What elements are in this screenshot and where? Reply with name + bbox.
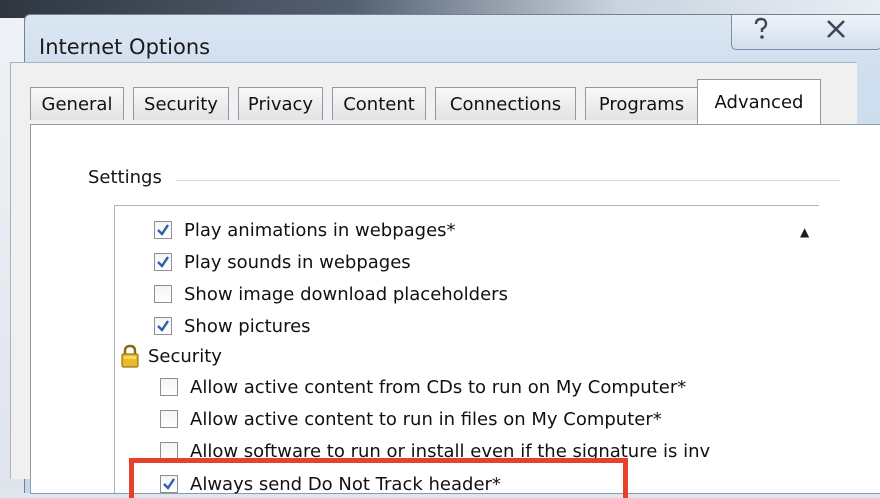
tab-content[interactable]: Content (332, 87, 426, 120)
annotation-highlight-box (129, 458, 628, 498)
list-item[interactable]: Allow active content from CDs to run on … (160, 373, 686, 401)
item-label: Play animations in webpages* (184, 219, 456, 241)
help-button[interactable] (731, 15, 791, 50)
list-item[interactable]: Show pictures (154, 312, 311, 340)
item-label: Show pictures (184, 315, 311, 337)
scroll-up-icon[interactable]: ▲ (800, 225, 809, 239)
checkbox-show-pictures[interactable] (154, 317, 172, 335)
tab-security[interactable]: Security (133, 87, 229, 120)
tab-connections[interactable]: Connections (435, 87, 576, 120)
checkbox-active-content-files[interactable] (160, 410, 178, 428)
item-label: Play sounds in webpages (184, 251, 411, 273)
close-icon (825, 19, 847, 45)
settings-group-divider (176, 180, 840, 181)
tab-privacy[interactable]: Privacy (238, 87, 323, 120)
tab-programs[interactable]: Programs (585, 87, 698, 120)
dialog-title: Internet Options (39, 35, 211, 59)
list-item[interactable]: Play animations in webpages* (154, 216, 456, 244)
category-row: Security (120, 342, 222, 370)
lock-icon (120, 344, 140, 368)
checkbox-active-content-cds[interactable] (160, 378, 178, 396)
item-label: Allow active content to run in files on … (190, 408, 662, 430)
checkbox-play-sounds[interactable] (154, 253, 172, 271)
item-label: Show image download placeholders (184, 283, 508, 305)
list-item[interactable]: Allow active content to run in files on … (160, 405, 662, 433)
settings-group-label: Settings (88, 167, 168, 188)
item-label: Allow active content from CDs to run on … (190, 376, 687, 398)
list-item[interactable]: Play sounds in webpages (154, 248, 411, 276)
tab-advanced[interactable]: Advanced (697, 79, 821, 124)
checkbox-show-placeholders[interactable] (154, 285, 172, 303)
category-label: Security (148, 345, 222, 367)
question-mark-icon (751, 17, 771, 47)
close-button[interactable] (790, 15, 880, 50)
list-item[interactable]: Show image download placeholders (154, 280, 508, 308)
tab-general[interactable]: General (30, 87, 124, 120)
checkbox-play-animations[interactable] (154, 221, 172, 239)
